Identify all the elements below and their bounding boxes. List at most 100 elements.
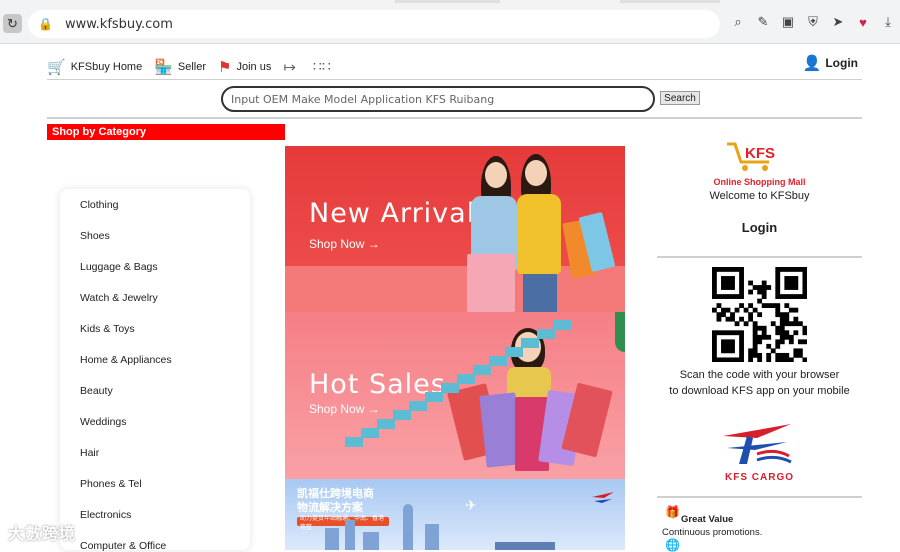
city-building: [425, 524, 439, 550]
stair-step: [505, 347, 523, 357]
banner-cta[interactable]: Shop Now →: [309, 402, 380, 416]
stair-step: [409, 401, 427, 411]
camera-icon[interactable]: ▣: [780, 13, 796, 31]
heart-icon[interactable]: ♥: [855, 13, 871, 31]
burj-tower: [403, 504, 413, 550]
search-input[interactable]: Input OEM Make Model Application KFS Rui…: [221, 86, 655, 112]
send-icon[interactable]: ➤: [830, 13, 846, 31]
city-building: [363, 532, 379, 550]
stair-step: [361, 428, 379, 438]
stair-step: [345, 437, 363, 447]
right-sidebar: KFS Online Shopping Mall Welcome to KFSb…: [657, 124, 862, 552]
exit-icon: ↦: [283, 58, 296, 76]
welcome-text: Welcome to KFSbuy: [709, 190, 810, 202]
qr-code: [712, 267, 808, 363]
user-icon: 👤: [802, 55, 822, 72]
kfs-logo-text: KFS: [745, 145, 775, 162]
lock-icon: 🔒: [38, 17, 53, 31]
banner-cn-line1: 凯福仕跨境电商: [297, 488, 374, 500]
great-value-desc: Continuous promotions.: [662, 527, 763, 538]
top-nav: 🛒 KFSbuy Home 🏪 Seller ⚑ Join us ↦ ∷∷ 👤 …: [47, 44, 862, 80]
category-item[interactable]: Shoes: [80, 230, 110, 242]
watermark: 大數跨境: [8, 526, 77, 543]
kfs-cargo-label: KFS CARGO: [725, 472, 794, 483]
nav-home-label: KFSbuy Home: [70, 60, 143, 73]
banner-hot-sales[interactable]: Hot Sales Shop Now →: [285, 312, 625, 479]
category-list: Clothing Shoes Luggage & Bags Watch & Jewel…: [60, 189, 250, 552]
scan-line1: Scan the code with your browser: [679, 369, 840, 381]
category-item[interactable]: Kids & Toys: [80, 323, 135, 335]
login-link[interactable]: 👤 Login: [803, 54, 858, 72]
category-item[interactable]: Home & Appliances: [80, 354, 172, 366]
stair-step: [553, 320, 571, 330]
stair-step: [393, 410, 411, 420]
store-icon: 🏪: [154, 58, 173, 76]
banner-cta[interactable]: Shop Now →: [309, 237, 380, 251]
category-header: Shop by Category: [47, 124, 285, 140]
search-row: Input OEM Make Model Application KFS Rui…: [47, 81, 862, 119]
scan-line2: to download KFS app on your mobile: [669, 385, 850, 397]
search-icon[interactable]: ⌕: [730, 13, 746, 31]
category-item[interactable]: Phones & Tel: [80, 478, 142, 490]
stair-step: [521, 338, 539, 348]
browser-toolbar: ↻ 🔒 www.kfsbuy.com ⌕ ✎ ▣ ⛨ ➤ ♥ ⤓: [0, 0, 900, 44]
sidebar-login[interactable]: Login: [657, 220, 862, 235]
stair-step: [377, 419, 395, 429]
shield-icon[interactable]: ⛨: [805, 13, 821, 31]
banner-title: New Arrivals: [309, 198, 491, 229]
tab-hint: [620, 0, 720, 3]
kfs-logo: KFS: [725, 140, 795, 171]
model-jeans: [523, 274, 557, 312]
banner-kfs-cargo[interactable]: 凯福仕跨境电商 物流解决方案 助力提货年站融通、华南、香港等整 ✈: [285, 479, 625, 550]
great-value-title: Great Value: [681, 514, 734, 525]
plant-leaf: [615, 312, 625, 352]
kfs-cargo-mini-logo: [590, 489, 616, 509]
banner-new-arrivals[interactable]: New Arrivals Shop Now →: [285, 146, 625, 312]
model-top: [517, 194, 561, 274]
stair-step: [489, 356, 507, 366]
gift-icon: 🎁: [665, 505, 680, 519]
model-face: [485, 162, 507, 188]
edit-icon[interactable]: ✎: [755, 13, 771, 31]
join-icon: ⚑: [218, 58, 232, 76]
banner-tag: 助力提货年站融通、华南、香港等整: [297, 516, 389, 531]
reload-icon[interactable]: ↻: [3, 14, 22, 33]
shopping-bag: [467, 254, 515, 312]
airplane-icon: ✈: [465, 497, 477, 513]
category-item[interactable]: Electronics: [80, 509, 131, 521]
city-building: [325, 528, 339, 550]
scan-instructions: Scan the code with your browser to downl…: [657, 367, 862, 399]
page: 🛒 KFSbuy Home 🏪 Seller ⚑ Join us ↦ ∷∷ 👤 …: [0, 44, 900, 552]
stair-step: [473, 365, 491, 375]
nav-exit[interactable]: ↦: [283, 58, 301, 76]
category-item[interactable]: Watch & Jewelry: [80, 292, 158, 304]
tab-hint: [395, 0, 500, 3]
category-item[interactable]: Computer & Office: [80, 540, 166, 552]
grid-icon: ∷∷: [312, 58, 331, 74]
category-item[interactable]: Luggage & Bags: [80, 261, 158, 273]
stair-step: [441, 383, 459, 393]
search-button[interactable]: Search: [660, 91, 700, 105]
nav-home[interactable]: 🛒 KFSbuy Home: [47, 58, 142, 76]
download-icon[interactable]: ⤓: [880, 13, 896, 31]
category-item[interactable]: Weddings: [80, 416, 127, 428]
mall-tagline: Online Shopping Mall: [713, 177, 806, 187]
nav-join-label: Join us: [236, 60, 272, 73]
city-building: [345, 520, 355, 550]
nav-seller-label: Seller: [177, 60, 207, 73]
url-text: www.kfsbuy.com: [64, 16, 173, 32]
nav-join[interactable]: ⚑ Join us: [218, 58, 271, 76]
browser-tools: ⌕ ✎ ▣ ⛨ ➤ ♥ ⤓: [730, 13, 896, 31]
category-item[interactable]: Hair: [80, 447, 99, 459]
address-bar[interactable]: 🔒 www.kfsbuy.com: [28, 10, 720, 38]
nav-seller[interactable]: 🏪 Seller: [154, 58, 206, 76]
stair-step: [425, 392, 443, 402]
welcome-block: KFS Online Shopping Mall Welcome to KFSb…: [657, 124, 862, 258]
divider: [657, 496, 862, 498]
category-item[interactable]: Beauty: [80, 385, 113, 397]
nav-apps[interactable]: ∷∷: [313, 58, 336, 75]
stair-step: [537, 329, 555, 339]
model-face: [525, 160, 547, 186]
stair-step: [457, 374, 475, 384]
category-item[interactable]: Clothing: [80, 199, 119, 211]
